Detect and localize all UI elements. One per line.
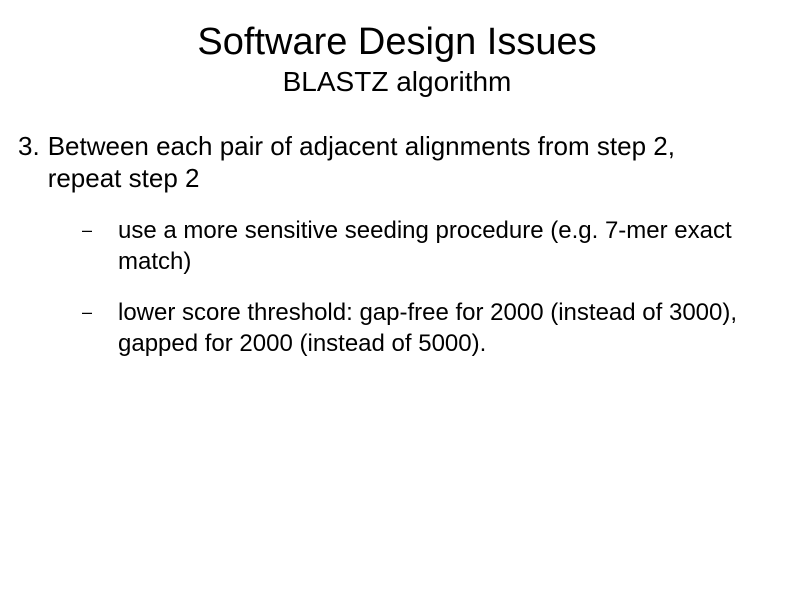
numbered-point: 3. Between each pair of adjacent alignme… <box>0 130 794 195</box>
dash-bullet-icon: – <box>82 297 118 359</box>
sub-item: – lower score threshold: gap-free for 20… <box>82 297 754 359</box>
point-number: 3. <box>18 130 40 195</box>
point-text: Between each pair of adjacent alignments… <box>40 130 754 195</box>
sub-list: – use a more sensitive seeding procedure… <box>0 215 794 360</box>
sub-item: – use a more sensitive seeding procedure… <box>82 215 754 277</box>
dash-bullet-icon: – <box>82 215 118 277</box>
sub-item-text: lower score threshold: gap-free for 2000… <box>118 297 754 359</box>
sub-item-text: use a more sensitive seeding procedure (… <box>118 215 754 277</box>
slide-title: Software Design Issues <box>0 22 794 64</box>
slide-subtitle: BLASTZ algorithm <box>0 66 794 98</box>
